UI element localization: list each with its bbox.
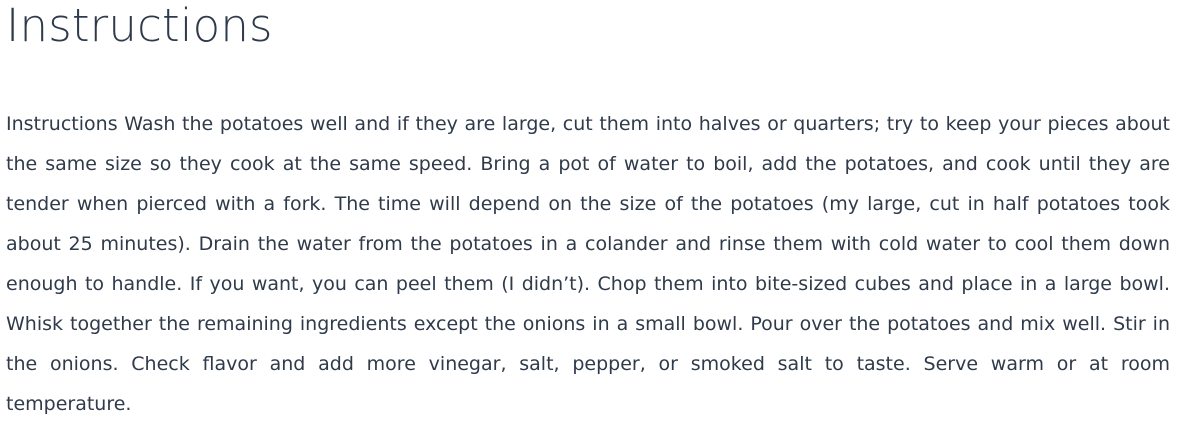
instructions-paragraph: Instructions Wash the potatoes well and … [6, 113, 1170, 415]
instructions-heading: Instructions [6, 0, 273, 52]
